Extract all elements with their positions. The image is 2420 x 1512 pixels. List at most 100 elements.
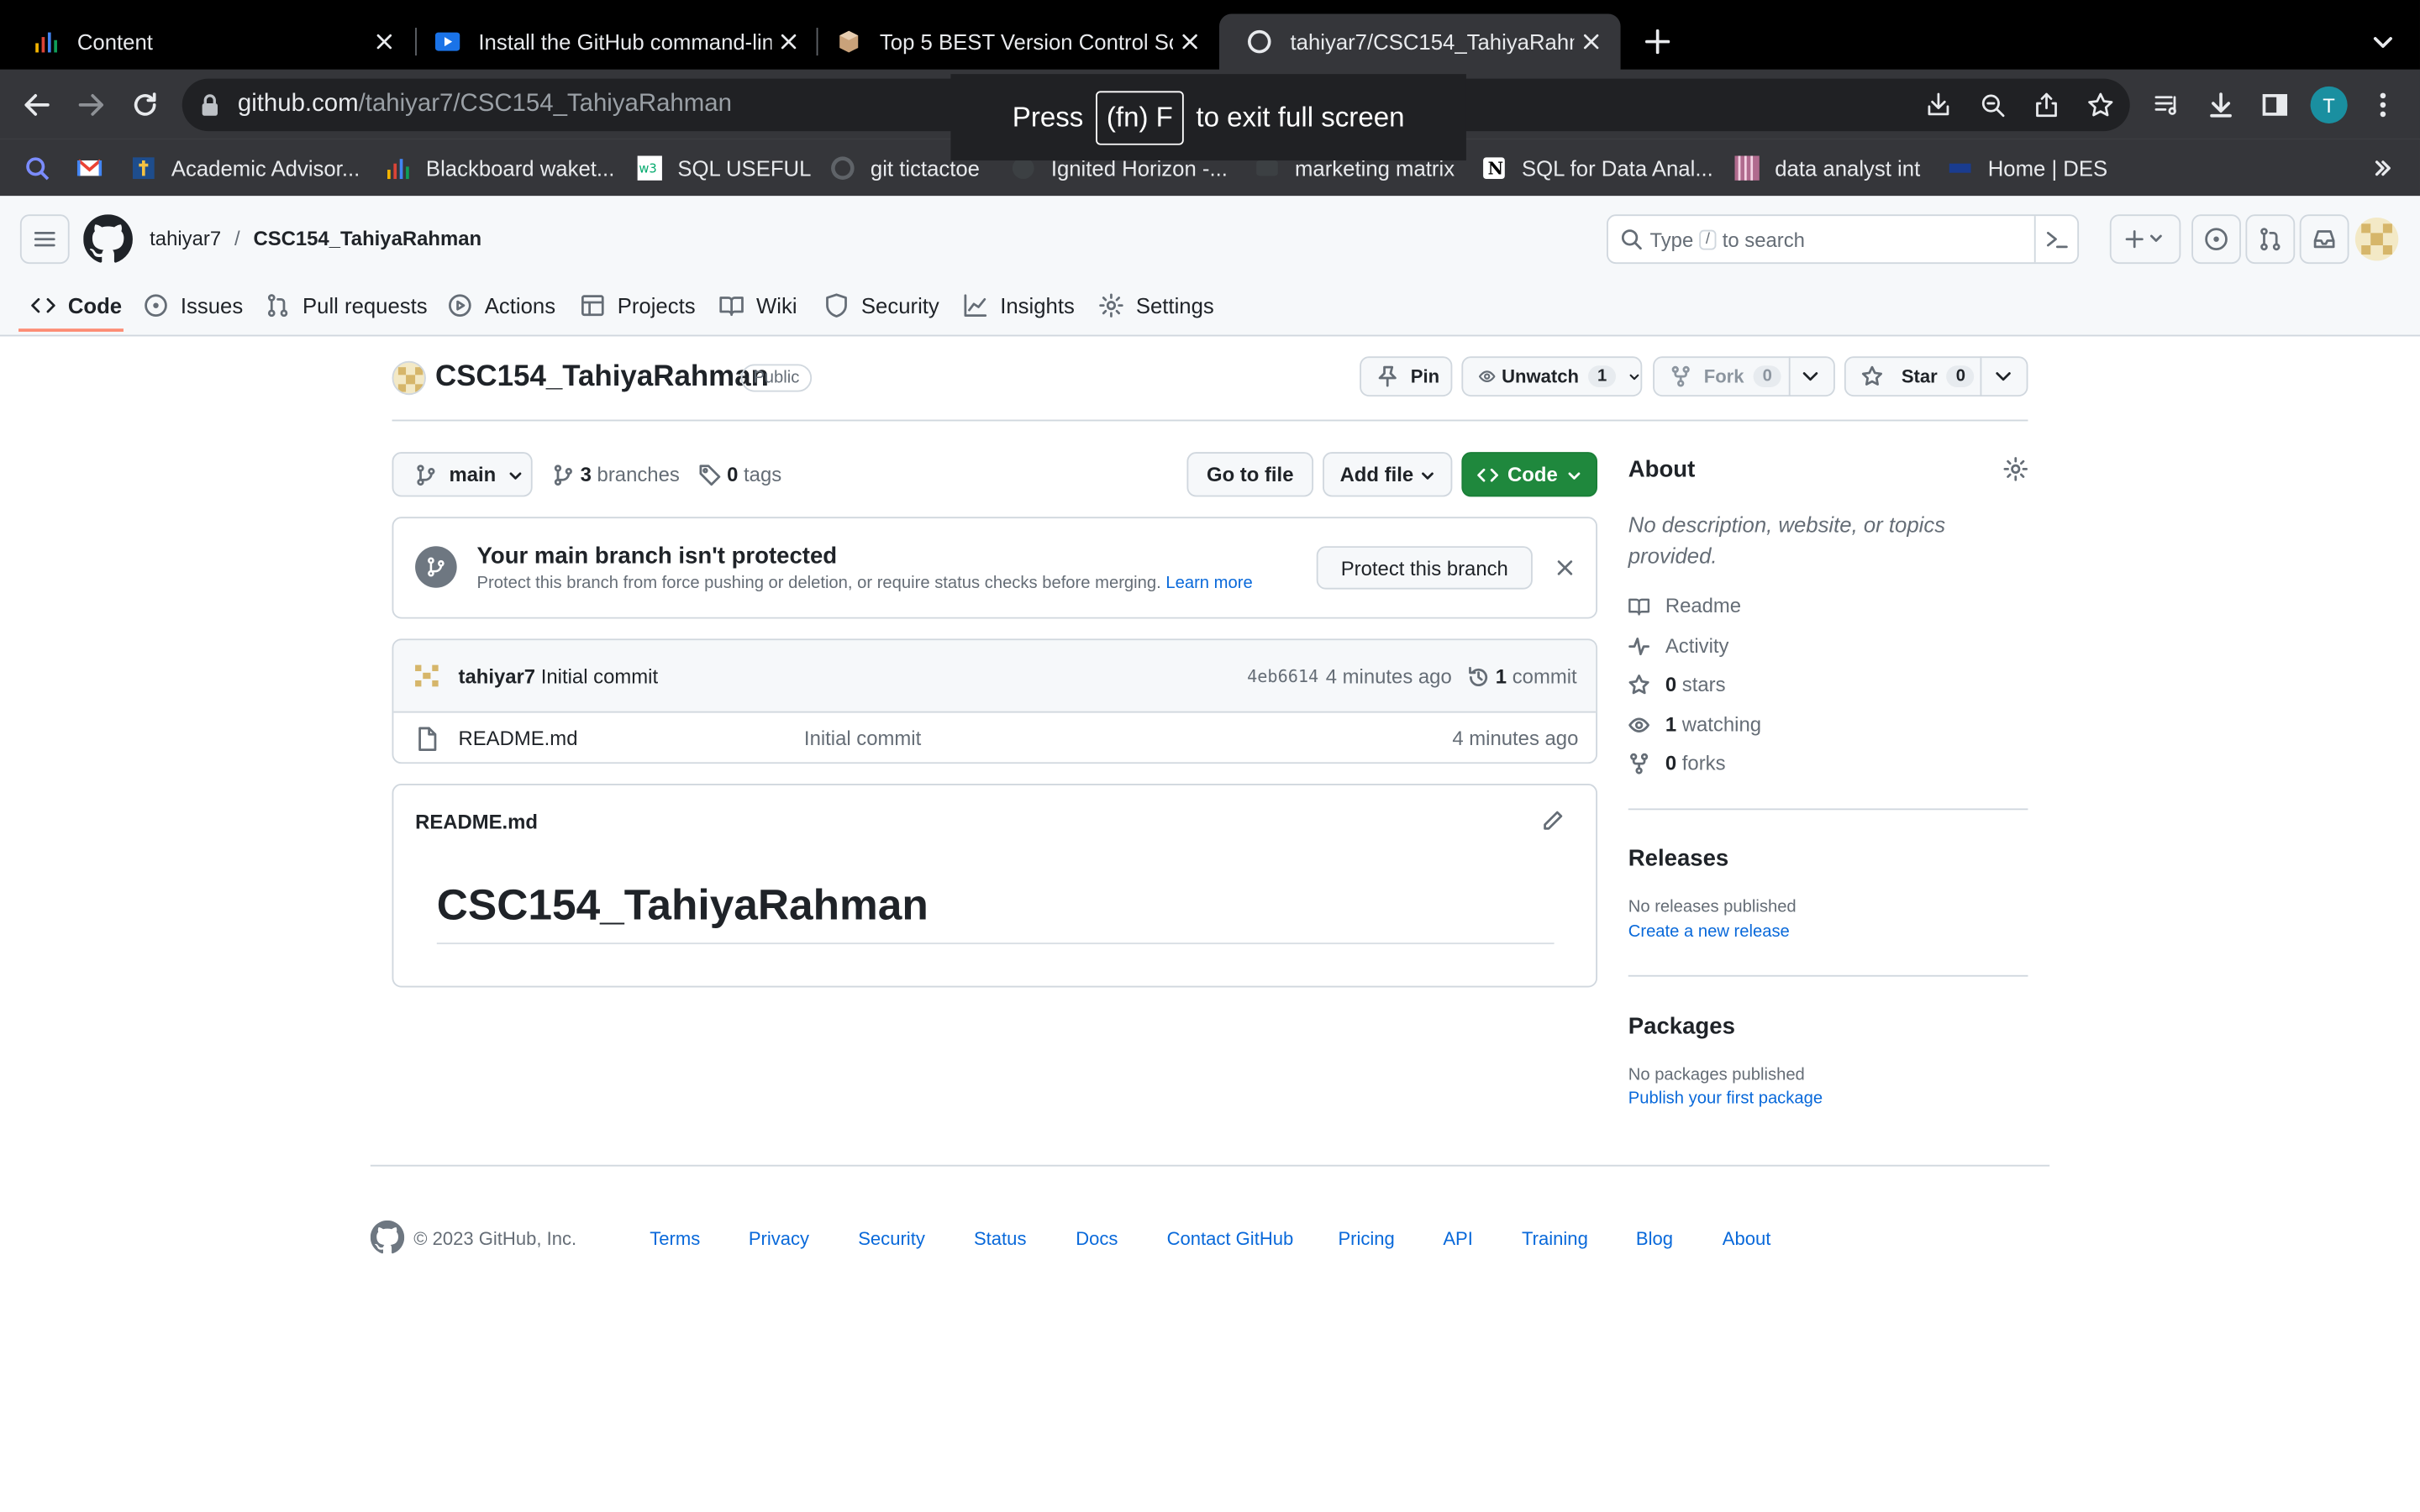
close-icon[interactable] — [367, 24, 401, 58]
browser-tab-content[interactable]: Content — [6, 14, 413, 70]
bookmark-blackboard[interactable]: Blackboard waket... — [386, 155, 614, 182]
file-name[interactable]: README.md — [459, 727, 578, 750]
footer-link-training[interactable]: Training — [1522, 1228, 1588, 1250]
tags-link[interactable]: 0 tags — [699, 463, 781, 486]
tab-search-chevron-icon[interactable] — [2366, 24, 2400, 58]
reload-icon[interactable] — [128, 88, 161, 122]
create-new-button[interactable] — [2109, 214, 2181, 265]
go-to-file-button[interactable]: Go to file — [1186, 452, 1314, 497]
github-logo-icon[interactable] — [83, 214, 133, 264]
file-commit-message[interactable]: Initial commit — [804, 727, 921, 750]
forward-arrow-icon[interactable] — [74, 88, 108, 122]
tab-actions[interactable]: Actions — [448, 278, 555, 333]
branch-select-button[interactable]: main — [392, 452, 533, 497]
zoom-icon[interactable] — [1975, 88, 2009, 122]
packages-title[interactable]: Packages — [1628, 1014, 1735, 1040]
readme-filename[interactable]: README.md — [415, 810, 538, 833]
github-logo-icon[interactable] — [370, 1220, 405, 1254]
commit-author[interactable]: tahiyar7 — [459, 665, 536, 689]
repo-title[interactable]: CSC154_TahiyaRahman — [435, 361, 769, 395]
commit-history-link[interactable]: 1 commit — [1468, 665, 1577, 688]
fork-dropdown-chevron-icon[interactable] — [1801, 369, 1819, 384]
about-forks-link[interactable]: 0 forks — [1628, 751, 1726, 774]
media-control-icon[interactable] — [2150, 88, 2184, 122]
lock-icon — [201, 92, 219, 117]
releases-title[interactable]: Releases — [1628, 846, 1729, 872]
browser-tab-install-gh[interactable]: Install the GitHub command-line — [408, 14, 818, 70]
bookmark-home-des[interactable]: Home | DES — [1948, 155, 2107, 182]
footer-link-privacy[interactable]: Privacy — [749, 1228, 809, 1250]
footer-link-about[interactable]: About — [1723, 1228, 1771, 1250]
share-icon[interactable] — [2029, 88, 2063, 122]
bookmark-data-analyst-int[interactable]: data analyst int — [1734, 155, 1920, 182]
create-release-link[interactable]: Create a new release — [1628, 922, 1790, 941]
bookmark-sql-useful[interactable]: w3 SQL USEFUL — [637, 155, 811, 182]
tab-issues[interactable]: Issues — [144, 278, 243, 333]
chevron-down-icon — [1421, 471, 1434, 479]
breadcrumb-owner[interactable]: tahiyar7 — [150, 227, 221, 250]
about-activity-link[interactable]: Activity — [1628, 634, 1728, 657]
about-stars-link[interactable]: 0 stars — [1628, 673, 1726, 696]
tab-label: Wiki — [755, 292, 797, 318]
footer-link-terms[interactable]: Terms — [650, 1228, 700, 1250]
tab-pull-requests[interactable]: Pull requests — [266, 278, 428, 333]
commit-sha[interactable]: 4eb6614 — [1247, 666, 1318, 686]
close-icon[interactable] — [1555, 559, 1574, 577]
table-row[interactable]: README.md Initial commit 4 minutes ago — [393, 713, 1596, 763]
profile-avatar[interactable]: T — [2310, 86, 2348, 123]
unwatch-button[interactable]: Unwatch 1 — [1461, 356, 1643, 397]
protect-branch-button[interactable]: Protect this branch — [1316, 546, 1533, 590]
commit-message[interactable]: Initial commit — [541, 665, 658, 689]
branch-icon — [417, 464, 435, 486]
gear-icon[interactable] — [2003, 457, 2028, 481]
tab-insights[interactable]: Insights — [963, 278, 1075, 333]
download-icon[interactable] — [2204, 88, 2238, 122]
bookmark-gmail[interactable] — [76, 155, 103, 182]
about-readme-link[interactable]: Readme — [1628, 594, 1741, 617]
tab-security[interactable]: Security — [824, 278, 939, 333]
star-dropdown-chevron-icon[interactable] — [1994, 369, 2012, 384]
command-palette-icon[interactable] — [2045, 228, 2070, 250]
bookmark-star-icon[interactable] — [2084, 88, 2118, 122]
footer-link-contact[interactable]: Contact GitHub — [1167, 1228, 1294, 1250]
hamburger-menu-icon[interactable] — [19, 214, 70, 265]
bookmark-academic-advisor[interactable]: Academic Advisor... — [131, 155, 360, 182]
search-input[interactable]: Type / to search — [1607, 214, 2080, 265]
pull-requests-icon[interactable] — [2245, 214, 2296, 265]
footer-link-docs[interactable]: Docs — [1076, 1228, 1118, 1250]
learn-more-link[interactable]: Learn more — [1165, 574, 1252, 592]
bookmark-app-1[interactable] — [24, 155, 50, 182]
close-icon[interactable] — [1574, 24, 1607, 58]
pin-button[interactable]: Pin — [1360, 356, 1453, 397]
close-icon[interactable] — [771, 24, 805, 58]
tab-code[interactable]: Code — [31, 278, 122, 333]
tab-settings[interactable]: Settings — [1099, 278, 1214, 333]
breadcrumb-repo[interactable]: CSC154_TahiyaRahman — [253, 227, 481, 250]
close-icon[interactable] — [1173, 24, 1207, 58]
side-panel-icon[interactable] — [2258, 88, 2291, 122]
user-avatar[interactable] — [2354, 217, 2399, 261]
browser-tab-version-control[interactable]: Top 5 BEST Version Control So — [808, 14, 1219, 70]
kebab-menu-icon[interactable] — [2366, 88, 2400, 122]
star-divider — [1980, 356, 1982, 397]
tab-projects[interactable]: Projects — [581, 278, 696, 333]
footer-link-api[interactable]: API — [1443, 1228, 1473, 1250]
code-button[interactable]: Code — [1461, 452, 1598, 497]
footer-link-status[interactable]: Status — [974, 1228, 1027, 1250]
new-tab-icon[interactable] — [1640, 24, 1674, 58]
bookmark-sql-data-analysis[interactable]: N SQL for Data Anal... — [1481, 155, 1713, 182]
footer-link-pricing[interactable]: Pricing — [1338, 1228, 1394, 1250]
issues-icon[interactable] — [2191, 214, 2241, 265]
about-watching-link[interactable]: 1 watching — [1628, 713, 1761, 736]
inbox-icon[interactable] — [2299, 214, 2349, 265]
install-app-icon[interactable] — [1922, 88, 1955, 122]
bookmarks-overflow-icon[interactable] — [2374, 155, 2392, 182]
add-file-button[interactable]: Add file — [1323, 452, 1453, 497]
tab-wiki[interactable]: Wiki — [719, 278, 797, 333]
publish-package-link[interactable]: Publish your first package — [1628, 1089, 1823, 1108]
footer-link-blog[interactable]: Blog — [1636, 1228, 1673, 1250]
footer-link-security[interactable]: Security — [858, 1228, 925, 1250]
back-arrow-icon[interactable] — [20, 88, 54, 122]
pencil-icon[interactable] — [1542, 810, 1564, 832]
branches-link[interactable]: 3 branches — [553, 463, 680, 486]
